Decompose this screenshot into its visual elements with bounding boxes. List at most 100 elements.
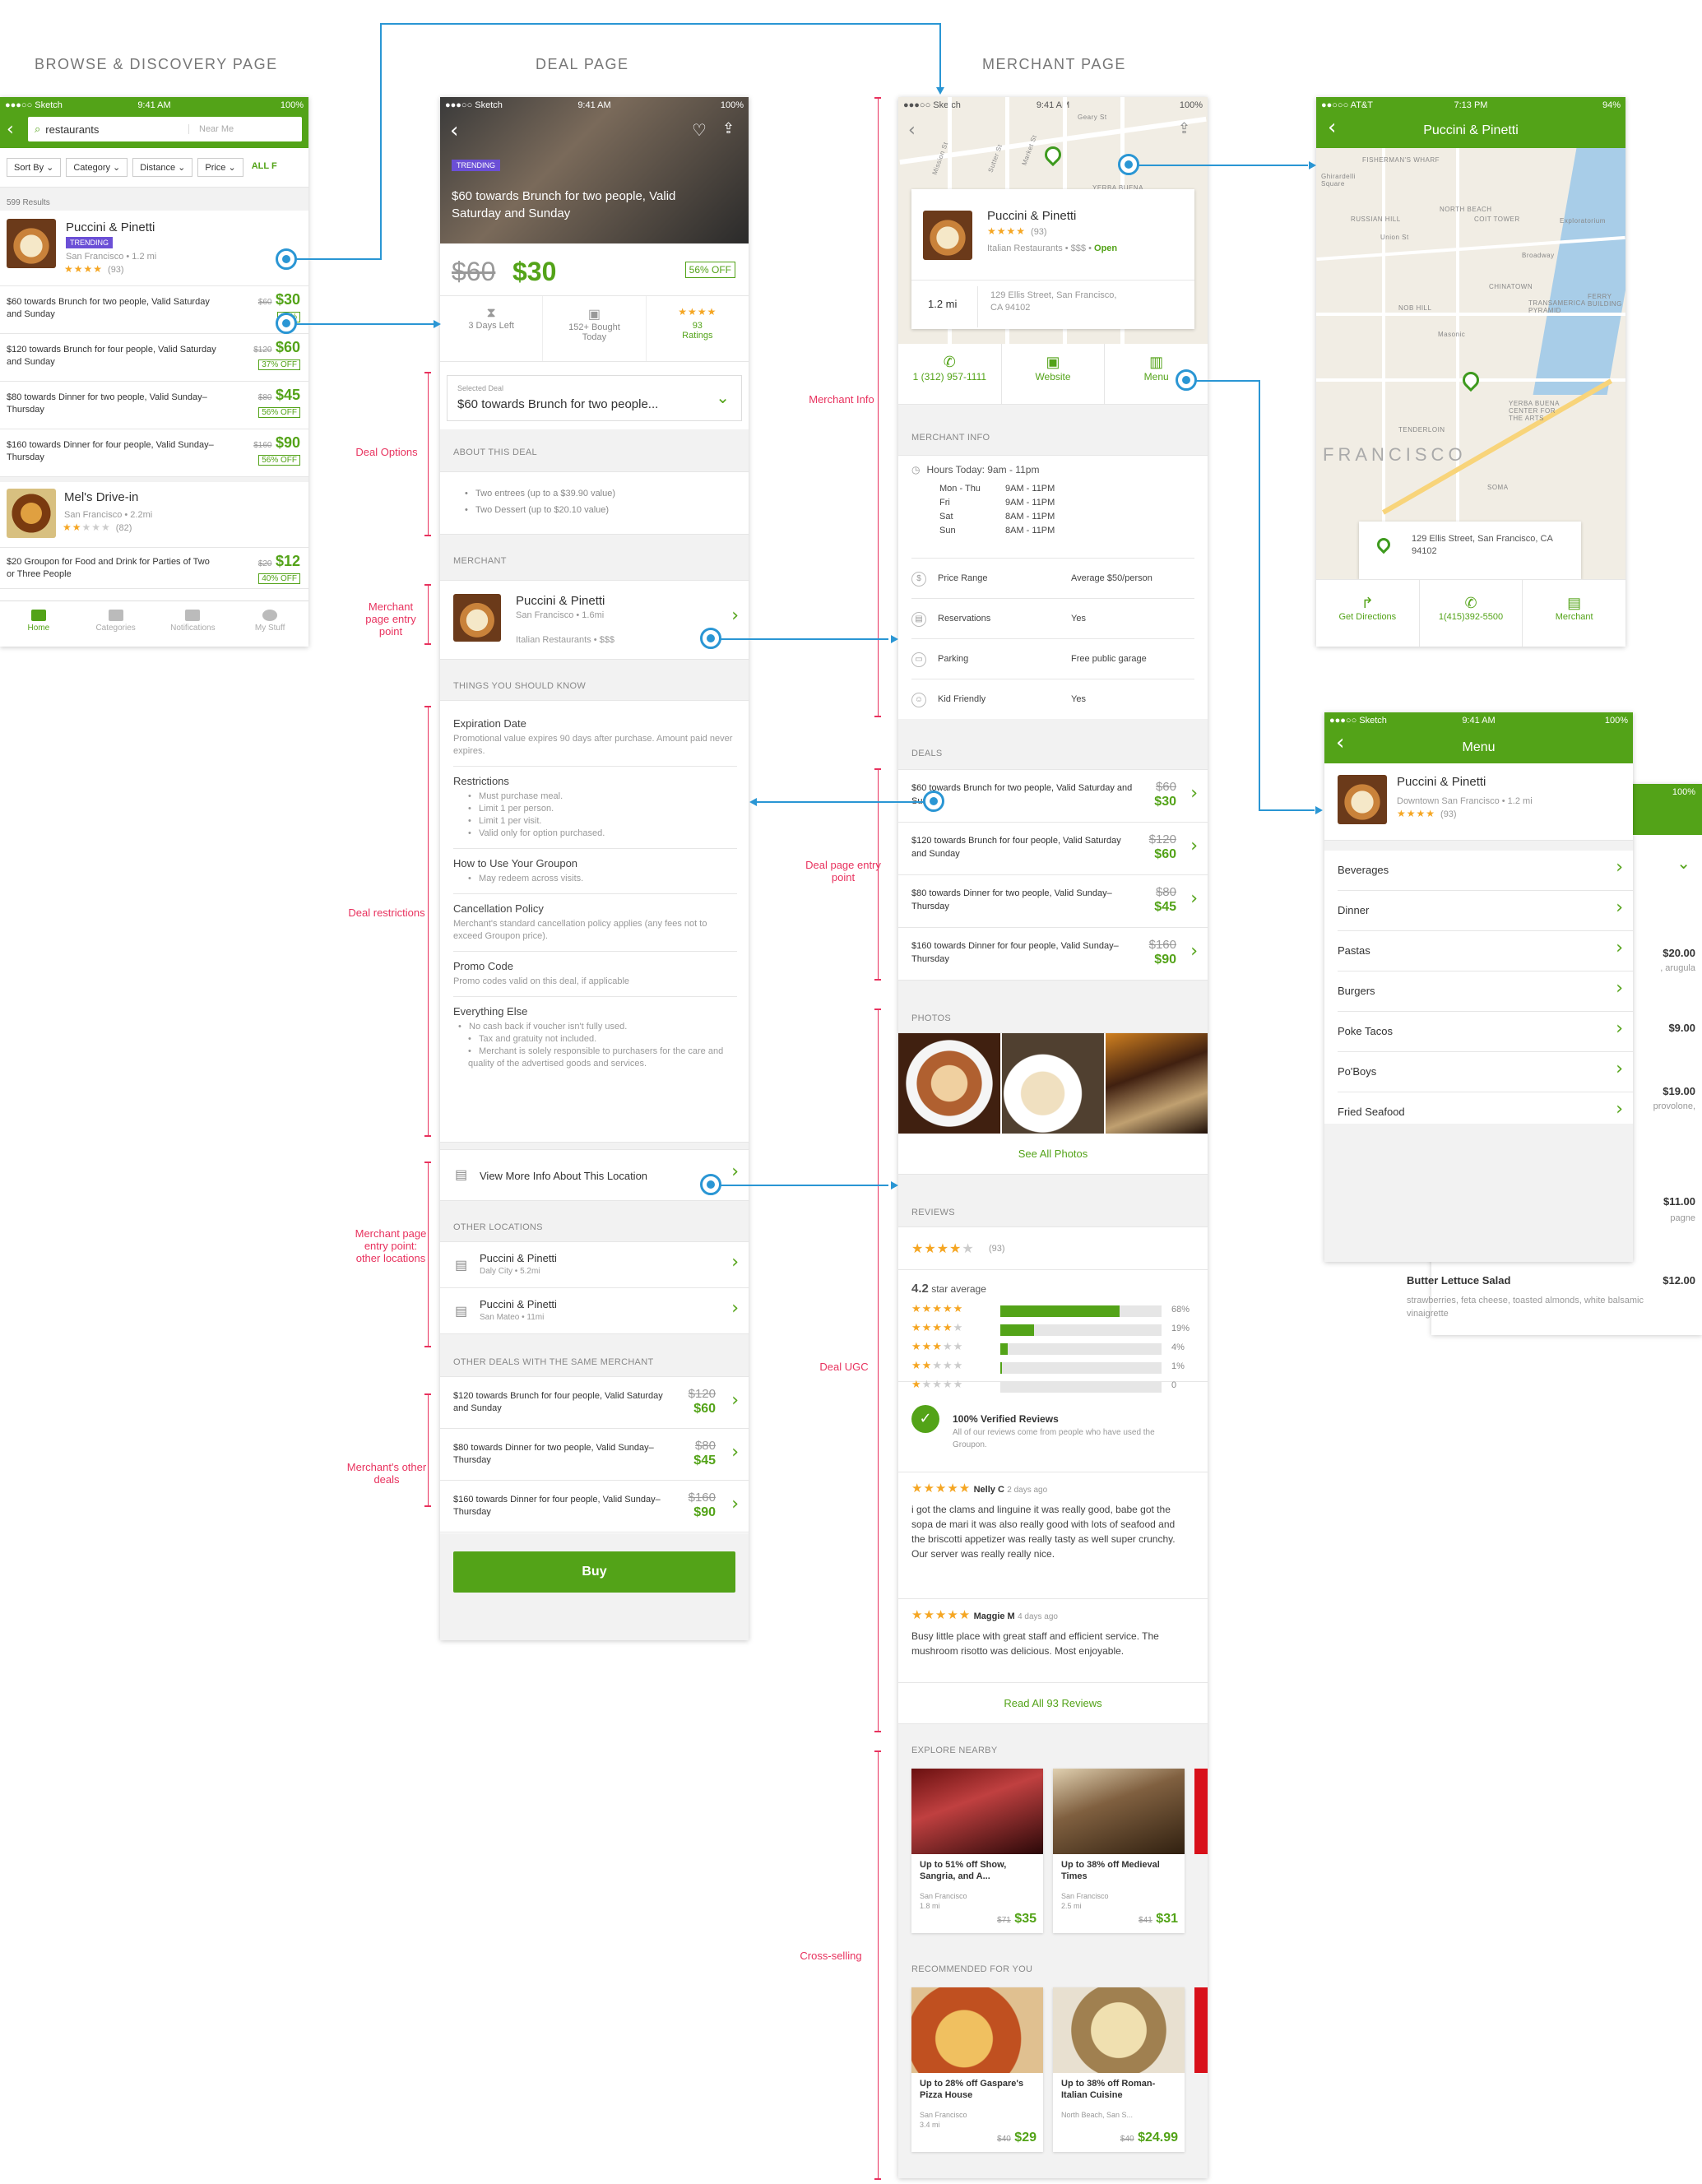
call-button[interactable]: ✆ 1 (312) 957-1111	[898, 344, 1001, 404]
tab-home[interactable]: Home	[0, 610, 77, 647]
buy-button[interactable]: Buy	[453, 1551, 735, 1593]
back-icon[interactable]: ‹	[908, 120, 916, 141]
heart-icon[interactable]: ♡	[692, 120, 707, 140]
flow-connector	[939, 23, 941, 89]
merchant-deal-row[interactable]: $160 towards Dinner for four people, Val…	[898, 928, 1208, 981]
read-all-reviews-link[interactable]: Read All 93 Reviews	[898, 1683, 1208, 1724]
same-merchant-deal-row[interactable]: $120 towards Brunch for four people, Val…	[440, 1377, 749, 1429]
annotation-label: Merchant page entry point	[365, 600, 416, 638]
merchant-deal-row[interactable]: $80 towards Dinner for two people, Valid…	[898, 875, 1208, 928]
average-rating: 4.2 star average	[911, 1282, 986, 1296]
deal-card-image	[1053, 1987, 1185, 2073]
same-merchant-deal-row[interactable]: $80 towards Dinner for two people, Valid…	[440, 1429, 749, 1481]
chevron-right-icon: ›	[731, 1442, 739, 1463]
info-row: ☺ Kid Friendly Yes	[911, 679, 1194, 719]
old-price: $80	[1155, 885, 1176, 899]
battery: 94%	[1602, 100, 1621, 110]
tab-notifications[interactable]: Notifications	[155, 610, 232, 647]
menu-category-row[interactable]: Burgers ›	[1338, 971, 1633, 1012]
location-distance: Daly City • 5.2mi	[480, 1267, 540, 1276]
tab-my-stuff[interactable]: My Stuff	[231, 610, 308, 647]
discount-badge: 56% OFF	[684, 262, 735, 278]
share-icon[interactable]: ⇪	[722, 120, 735, 137]
old-price: $20	[257, 559, 272, 568]
merchant-card-mels[interactable]: Mel's Drive-in San Francisco • 2.2mi ★★★…	[0, 482, 308, 548]
review-time: 2 days ago	[1007, 1486, 1048, 1495]
menu-category-row[interactable]: Pastas ›	[1338, 931, 1633, 971]
filter-distance[interactable]: Distance ⌄	[132, 158, 193, 177]
item-title: Butter Lettuce Salad	[1407, 1274, 1511, 1287]
filter-sort[interactable]: Sort By ⌄	[7, 158, 62, 177]
dollar-icon: $	[911, 572, 926, 587]
filter-category[interactable]: Category ⌄	[66, 158, 128, 177]
deal-row[interactable]: $80 towards Dinner for two people, Valid…	[0, 382, 308, 429]
merchant-photo[interactable]	[1106, 1033, 1208, 1134]
car-icon: ▭	[911, 652, 926, 667]
chevron-right-icon: ›	[1190, 783, 1198, 804]
merchant-name: Puccini & Pinetti	[987, 209, 1077, 223]
menu-category-row[interactable]: Po'Boys ›	[1338, 1052, 1633, 1092]
deal-card[interactable]: Up to 38% off Roman-Italian Cuisine North…	[1053, 1987, 1185, 2152]
hourglass-icon: ⧗	[486, 306, 496, 320]
filter-all[interactable]: ALL F	[248, 158, 281, 177]
deal-row[interactable]: $60 towards Brunch for two people, Valid…	[0, 286, 308, 334]
menu-category-row[interactable]: Dinner ›	[1338, 891, 1633, 931]
verified-text: All of our reviews come from people who …	[953, 1428, 1155, 1449]
merchant-entry-row[interactable]: Puccini & Pinetti San Francisco • 1.6mi …	[440, 581, 749, 660]
call-button[interactable]: ✆ 1(415)392-5500	[1418, 580, 1523, 647]
deal-title: $120 towards Brunch for four people, Val…	[911, 836, 1121, 859]
merchant-location: San Francisco • 1.6mi	[516, 610, 605, 620]
clock: 9:41 AM	[137, 100, 171, 110]
user-icon	[262, 610, 278, 621]
view-more-info-row[interactable]: ▤ View More Info About This Location ›	[440, 1150, 749, 1201]
battery: 100%	[1604, 716, 1628, 726]
merchant-deal-row[interactable]: $60 towards Brunch for two people, Valid…	[898, 770, 1208, 823]
chevron-down-icon: ⌄	[716, 387, 730, 407]
deal-card[interactable]: Up to 51% off Show, Sangria, and A... San…	[911, 1769, 1043, 1933]
deal-row[interactable]: $160 towards Dinner for four people, Val…	[0, 429, 308, 477]
merchant-deal-row[interactable]: $120 towards Brunch for four people, Val…	[898, 823, 1208, 875]
same-merchant-deal-row[interactable]: $160 towards Dinner for four people, Val…	[440, 1481, 749, 1533]
deal-title: $20 Groupon for Food and Drink for Parti…	[7, 557, 210, 579]
deal-row[interactable]: $120 towards Brunch for four people, Val…	[0, 334, 308, 382]
search-input[interactable]: restaurants	[45, 123, 188, 136]
annotation-label: Deal Options	[355, 446, 418, 458]
get-directions-button[interactable]: ↱ Get Directions	[1316, 580, 1419, 647]
discount-badge: 56% OFF	[258, 455, 300, 466]
item-desc: provolone,	[1653, 1101, 1695, 1111]
deal-row[interactable]: $20 Groupon for Food and Drink for Parti…	[0, 548, 308, 589]
hours-block: ◷ Hours Today: 9am - 11pm Mon - Thu 9AM - …	[911, 464, 1194, 538]
website-button[interactable]: ▣ Website	[1000, 344, 1106, 404]
deal-card[interactable]: Up to 28% off Gaspare's Pizza House San F…	[911, 1987, 1043, 2152]
bag-icon: ▣	[587, 308, 601, 322]
back-icon[interactable]: ‹	[7, 119, 28, 140]
search-bar[interactable]: ⌕ restaurants Near Me	[28, 117, 302, 141]
old-price: $41	[1139, 1916, 1152, 1925]
new-price: $60	[1154, 847, 1176, 861]
merchant-button[interactable]: ▤ Merchant	[1523, 580, 1625, 647]
merchant-photo[interactable]	[898, 1033, 1000, 1134]
cross-sell-area: EXPLORE NEARBY Up to 51% off Show, Sangr…	[898, 1724, 1208, 2178]
tab-categories[interactable]: Categories	[77, 610, 155, 647]
back-icon[interactable]: ‹	[450, 118, 458, 143]
merchant-card-puccini[interactable]: Puccini & Pinetti TRENDING San Francisco…	[0, 211, 308, 286]
other-location-row[interactable]: ▤ Puccini & Pinetti Daly City • 5.2mi ›	[440, 1242, 749, 1288]
location-name: Puccini & Pinetti	[480, 1252, 557, 1264]
deal-card[interactable]: Up to 38% off Medieval Times San Francisc…	[1053, 1769, 1185, 1933]
hotspot-target-icon	[1118, 154, 1139, 175]
deal-title: $80 towards Dinner for two people, Valid…	[453, 1443, 654, 1465]
merchant-photo[interactable]	[1002, 1033, 1104, 1134]
see-all-photos-link[interactable]: See All Photos	[898, 1134, 1208, 1175]
map-view[interactable]: FISHERMAN'S WHARF RUSSIAN HILL NORTH BEA…	[1316, 148, 1625, 579]
menu-category-row[interactable]: Beverages ›	[1338, 851, 1633, 891]
rating-bar-label: 0	[1171, 1380, 1177, 1390]
other-location-row[interactable]: ▤ Puccini & Pinetti San Mateo • 11mi ›	[440, 1288, 749, 1334]
share-icon[interactable]: ⇪	[1178, 120, 1190, 137]
rating-count: (93)	[108, 265, 124, 275]
menu-category-row[interactable]: Poke Tacos ›	[1338, 1012, 1633, 1052]
filter-price[interactable]: Price ⌄	[197, 158, 243, 177]
select-value: $60 towards Brunch for two people...	[457, 397, 659, 411]
near-me-field[interactable]: Near Me	[188, 124, 295, 134]
about-header: ABOUT THIS DEAL	[440, 429, 749, 472]
deal-option-select[interactable]: Selected Deal $60 towards Brunch for two…	[447, 375, 742, 421]
